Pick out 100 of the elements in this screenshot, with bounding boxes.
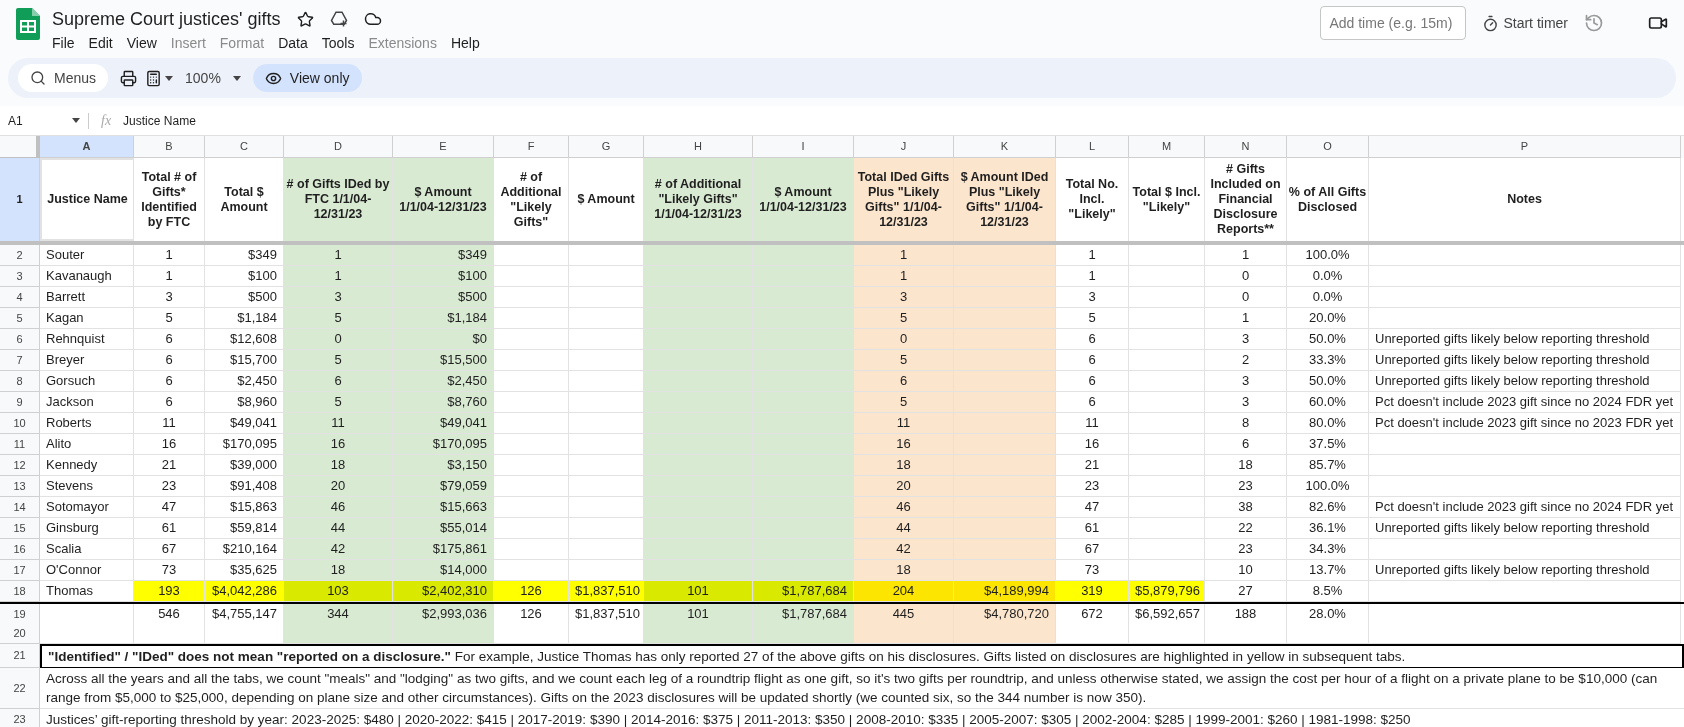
table-cell: $2,402,310: [393, 581, 494, 602]
table-cell: Pct doesn't include 2023 gift since no 2024 FDR yet: [1369, 497, 1681, 518]
row-header[interactable]: 13: [0, 476, 40, 497]
row-header[interactable]: 5: [0, 308, 40, 329]
table-cell: 3: [1205, 329, 1287, 350]
zoom-dropdown[interactable]: 100%: [181, 67, 245, 89]
add-time-field[interactable]: Add time (e.g. 15m): [1320, 6, 1467, 40]
table-cell: Unreported gifts likely below reporting threshold: [1369, 560, 1681, 581]
table-cell: 33.3%: [1287, 350, 1369, 371]
table-cell: $15,663: [393, 497, 494, 518]
table-cell: 50.0%: [1287, 371, 1369, 392]
menu-item[interactable]: Data: [278, 33, 308, 54]
cloud-icon[interactable]: [363, 10, 382, 28]
table-cell: $210,164: [205, 539, 284, 560]
table-cell: 16: [134, 434, 205, 455]
table-cell: 6: [1205, 434, 1287, 455]
column-heading: Total $ Incl. "Likely": [1129, 158, 1205, 241]
table-cell: 6: [1056, 329, 1129, 350]
table-cell: $2,993,036: [393, 604, 494, 625]
name-box[interactable]: A1: [0, 111, 88, 130]
table-cell: 0.0%: [1287, 287, 1369, 308]
table-cell: 6: [1056, 392, 1129, 413]
row-header[interactable]: 19: [0, 604, 40, 625]
table-cell: Unreported gifts likely below reporting threshold: [1369, 350, 1681, 371]
table-cell: 126: [494, 581, 569, 602]
table-cell: Breyer: [40, 350, 134, 371]
table-cell: $2,450: [205, 371, 284, 392]
row-header[interactable]: 20: [0, 623, 40, 644]
menu-item[interactable]: Tools: [321, 33, 355, 54]
table-cell: 1: [854, 245, 954, 266]
row-header[interactable]: 15: [0, 518, 40, 539]
row-header[interactable]: 17: [0, 560, 40, 581]
row-header[interactable]: 16: [0, 539, 40, 560]
row-header[interactable]: 9: [0, 392, 40, 413]
row-header[interactable]: 4: [0, 287, 40, 308]
caret-icon: [72, 118, 80, 123]
row-header[interactable]: 18: [0, 581, 40, 602]
row-header[interactable]: 10: [0, 413, 40, 434]
row-header[interactable]: 22: [0, 668, 40, 709]
row-header[interactable]: 7: [0, 350, 40, 371]
table-cell: $4,042,286: [205, 581, 284, 602]
table-cell: $2,450: [393, 371, 494, 392]
formula-field[interactable]: Justice Name: [123, 111, 196, 130]
format-menu-button[interactable]: [145, 69, 174, 87]
table-cell: O'Connor: [40, 560, 134, 581]
table-cell: 13.7%: [1287, 560, 1369, 581]
table-cell: 46: [284, 497, 393, 518]
table-cell: 8: [1205, 413, 1287, 434]
table-cell: $170,095: [393, 434, 494, 455]
row-header[interactable]: 1: [0, 158, 40, 241]
row-header[interactable]: 6: [0, 329, 40, 350]
row-header[interactable]: 23: [0, 709, 40, 727]
table-cell: 61: [1056, 518, 1129, 539]
table-cell: 11: [854, 413, 954, 434]
spreadsheet-logo-icon[interactable]: [16, 8, 40, 40]
column-header[interactable]: A: [40, 136, 134, 158]
table-cell: Unreported gifts likely below reporting threshold: [1369, 371, 1681, 392]
row-header[interactable]: 2: [0, 245, 40, 266]
table-cell: 85.7%: [1287, 455, 1369, 476]
menu-item[interactable]: File: [52, 33, 75, 54]
table-cell: $49,041: [393, 413, 494, 434]
menu-item[interactable]: Edit: [88, 33, 113, 54]
row-header[interactable]: 8: [0, 371, 40, 392]
start-timer-button[interactable]: Start timer: [1478, 12, 1572, 34]
table-cell: 0: [1205, 287, 1287, 308]
table-cell: $100: [393, 266, 494, 287]
table-cell: $55,014: [393, 518, 494, 539]
table-cell: Souter: [40, 245, 134, 266]
table-cell: 1: [1205, 245, 1287, 266]
menus-search-button[interactable]: Menus: [18, 64, 109, 92]
table-cell: 0.0%: [1287, 266, 1369, 287]
row-header[interactable]: 14: [0, 497, 40, 518]
table-cell: 6: [1056, 350, 1129, 371]
table-cell: 47: [134, 497, 205, 518]
row-header[interactable]: 3: [0, 266, 40, 287]
menu-item[interactable]: View: [126, 33, 157, 54]
drive-add-icon[interactable]: [329, 10, 348, 28]
star-icon[interactable]: [296, 10, 314, 28]
table-cell: $0: [393, 329, 494, 350]
table-cell: 11: [1056, 413, 1129, 434]
menu-item[interactable]: Help: [450, 33, 480, 54]
print-icon[interactable]: [120, 69, 138, 87]
row-header[interactable]: 21: [0, 644, 40, 668]
table-cell: 1: [1205, 308, 1287, 329]
table-cell: $91,408: [205, 476, 284, 497]
table-cell: Kagan: [40, 308, 134, 329]
document-title[interactable]: Supreme Court justices' gifts: [52, 8, 281, 30]
column-heading: $ Amount 1/1/04-12/31/23: [393, 158, 494, 241]
table-cell: 5: [854, 350, 954, 371]
table-cell: 18: [284, 455, 393, 476]
history-icon[interactable]: [1584, 13, 1604, 33]
table-cell: 16: [284, 434, 393, 455]
table-cell: 67: [1056, 539, 1129, 560]
table-cell: Ginsburg: [40, 518, 134, 539]
view-only-button[interactable]: View only: [252, 64, 362, 92]
table-cell: Sotomayor: [40, 497, 134, 518]
row-header[interactable]: 11: [0, 434, 40, 455]
row-header[interactable]: 12: [0, 455, 40, 476]
table-cell: 50.0%: [1287, 329, 1369, 350]
table-cell: $15,700: [205, 350, 284, 371]
